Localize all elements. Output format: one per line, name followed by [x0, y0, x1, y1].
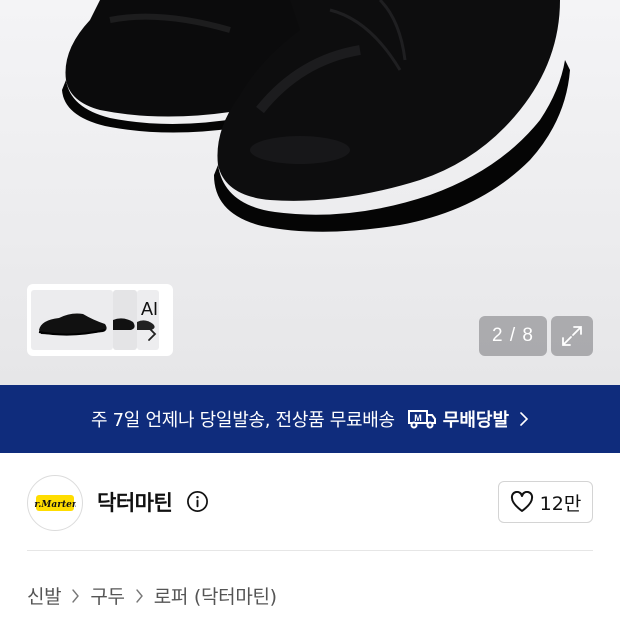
dr-martens-logo: Dr.Martens — [34, 495, 76, 511]
svg-text:Dr.Martens: Dr.Martens — [34, 500, 76, 510]
delivery-truck-icon: M — [407, 410, 436, 429]
thumbnail-strip[interactable] — [27, 284, 173, 356]
heart-icon — [510, 491, 533, 512]
delivery-banner[interactable]: 주 7일 언제나 당일발송, 전상품 무료배송 M 무배당발 — [0, 385, 620, 453]
delivery-banner-text: 주 7일 언제나 당일발송, 전상품 무료배송 — [90, 410, 395, 431]
brand-logo[interactable]: Dr.Martens — [27, 475, 83, 531]
thumbnail-2[interactable] — [113, 290, 137, 350]
breadcrumb-item-loafer[interactable]: 로퍼 (닥터마틴) — [154, 582, 277, 609]
badge-icon-letter: M — [414, 413, 422, 423]
chevron-right-icon — [520, 412, 529, 426]
product-image-gallery[interactable]: AI 2 / 8 — [0, 0, 620, 385]
divider — [27, 550, 593, 551]
chevron-right-icon — [72, 588, 80, 603]
breadcrumb-item-dress-shoes[interactable]: 구두 — [90, 582, 125, 609]
badge-label: 무배당발 — [442, 410, 510, 431]
expand-button[interactable] — [551, 316, 593, 356]
image-counter: 2 / 8 — [479, 316, 547, 356]
brand-name[interactable]: 닥터마틴 — [97, 487, 173, 517]
like-button[interactable]: 12만 — [498, 481, 593, 523]
breadcrumb: 신발 구두 로퍼 (닥터마틴) — [27, 582, 277, 609]
info-icon[interactable] — [186, 490, 209, 513]
like-count: 12만 — [539, 492, 582, 515]
breadcrumb-item-shoes[interactable]: 신발 — [27, 582, 62, 609]
chevron-right-icon[interactable] — [146, 326, 158, 342]
ai-label[interactable]: AI — [141, 299, 158, 320]
thumbnail-1[interactable] — [31, 290, 113, 350]
free-shipping-badge: M 무배당발 — [407, 406, 509, 432]
expand-icon — [562, 326, 582, 346]
chevron-right-icon — [136, 588, 143, 603]
